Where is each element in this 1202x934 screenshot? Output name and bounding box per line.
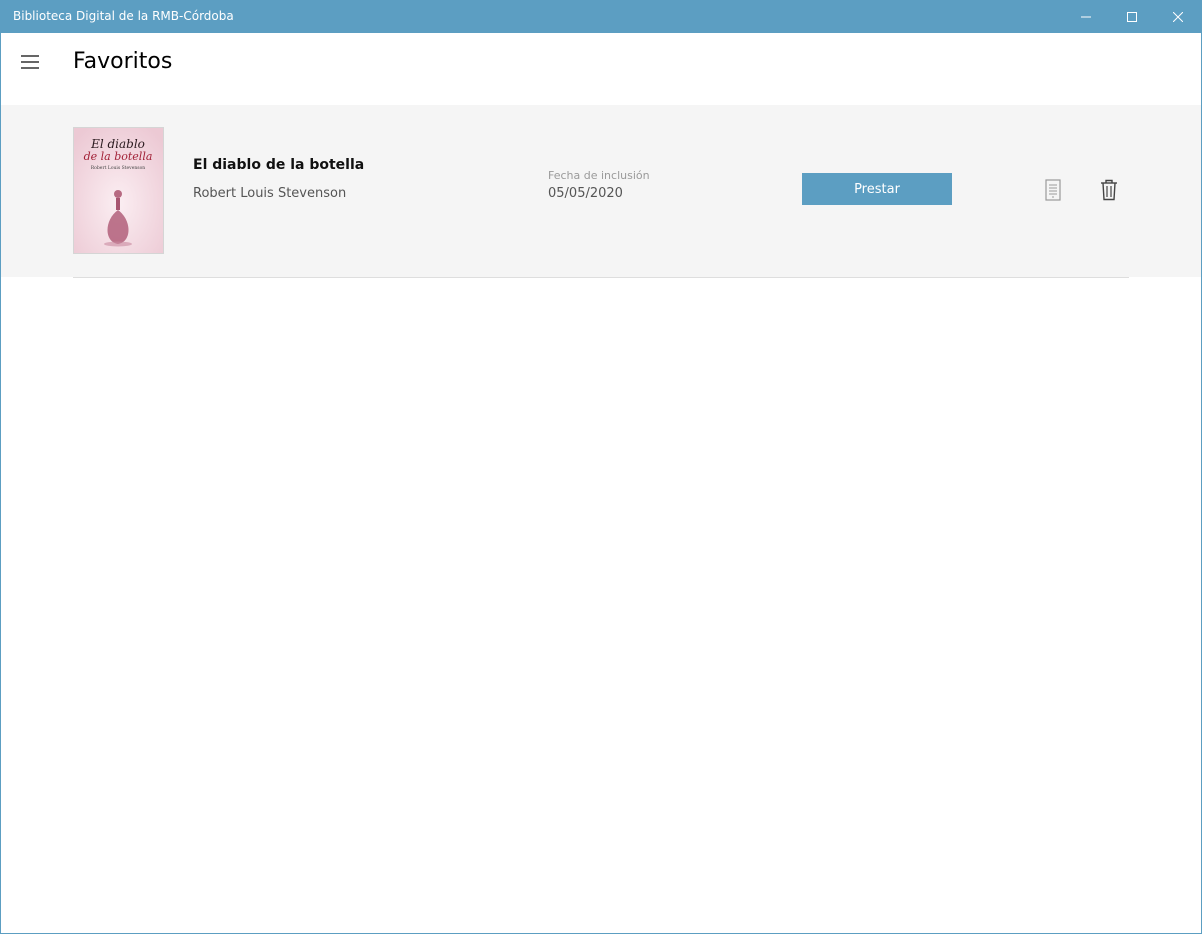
maximize-button[interactable]	[1109, 1, 1155, 33]
page-header: Favoritos	[1, 33, 1201, 105]
menu-button[interactable]	[13, 47, 47, 77]
close-button[interactable]	[1155, 1, 1201, 33]
title-bar: Biblioteca Digital de la RMB-Córdoba	[1, 1, 1201, 33]
details-button[interactable]	[1041, 177, 1065, 203]
hamburger-icon	[21, 55, 39, 69]
app-window: Biblioteca Digital de la RMB-Córdoba Fav…	[0, 0, 1202, 934]
cover-author: Robert Louis Stevenson	[91, 165, 145, 171]
cover-title-line2: de la botella	[84, 150, 153, 163]
cover-title-line1: El diablo	[90, 137, 145, 151]
maximize-icon	[1127, 12, 1137, 22]
book-title[interactable]: El diablo de la botella	[193, 157, 364, 173]
close-icon	[1173, 12, 1183, 22]
favorites-list: El diablo de la botella Robert Louis Ste…	[1, 105, 1201, 278]
book-author: Robert Louis Stevenson	[193, 186, 347, 201]
inclusion-date-value: 05/05/2020	[548, 186, 623, 201]
borrow-button[interactable]: Prestar	[802, 173, 952, 205]
row-divider	[73, 277, 1129, 278]
window-title: Biblioteca Digital de la RMB-Córdoba	[13, 9, 234, 23]
minimize-icon	[1081, 16, 1091, 18]
inclusion-date-label: Fecha de inclusión	[548, 169, 650, 182]
page-title: Favoritos	[73, 49, 173, 74]
book-cover-image[interactable]: El diablo de la botella Robert Louis Ste…	[73, 127, 164, 254]
favorite-item[interactable]: El diablo de la botella Robert Louis Ste…	[1, 105, 1201, 278]
document-icon	[1045, 179, 1061, 201]
minimize-button[interactable]	[1063, 1, 1109, 33]
trash-icon	[1101, 179, 1117, 201]
delete-button[interactable]	[1097, 177, 1121, 203]
